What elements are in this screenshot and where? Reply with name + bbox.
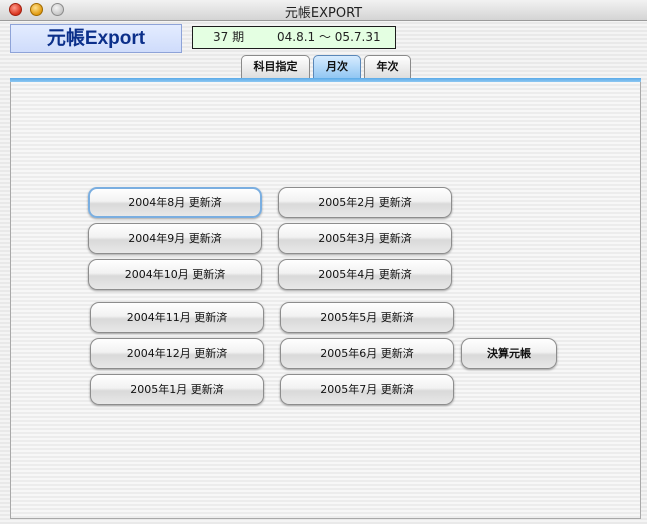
window-title: 元帳EXPORT (284, 6, 363, 21)
month-button-2004-11[interactable]: 2004年11月 更新済 (90, 302, 264, 333)
month-button-2004-08[interactable]: 2004年8月 更新済 (88, 187, 262, 218)
tab-monthly[interactable]: 月次 (313, 55, 361, 79)
month-button-2004-10[interactable]: 2004年10月 更新済 (88, 259, 262, 290)
month-button-2005-07[interactable]: 2005年7月 更新済 (280, 374, 454, 405)
title-bar: 元帳EXPORT (0, 0, 647, 21)
app-name-label: 元帳Export (10, 24, 182, 53)
month-button-2005-02[interactable]: 2005年2月 更新済 (278, 187, 452, 218)
month-button-2004-12[interactable]: 2004年12月 更新済 (90, 338, 264, 369)
settlement-ledger-button[interactable]: 決算元帳 (461, 338, 557, 369)
month-button-2005-06[interactable]: 2005年6月 更新済 (280, 338, 454, 369)
month-button-2005-04[interactable]: 2005年4月 更新済 (278, 259, 452, 290)
month-button-2005-03[interactable]: 2005年3月 更新済 (278, 223, 452, 254)
period-number: 37 期 (213, 30, 245, 44)
month-button-2005-05[interactable]: 2005年5月 更新済 (280, 302, 454, 333)
period-range: 04.8.1 ～ 05.7.31 (277, 30, 381, 44)
month-button-2004-09[interactable]: 2004年9月 更新済 (88, 223, 262, 254)
monthly-panel (10, 82, 641, 519)
tab-account-selection[interactable]: 科目指定 (241, 55, 310, 79)
period-display: 37 期 04.8.1 ～ 05.7.31 (192, 26, 396, 49)
tab-yearly[interactable]: 年次 (364, 55, 411, 79)
month-button-2005-01[interactable]: 2005年1月 更新済 (90, 374, 264, 405)
